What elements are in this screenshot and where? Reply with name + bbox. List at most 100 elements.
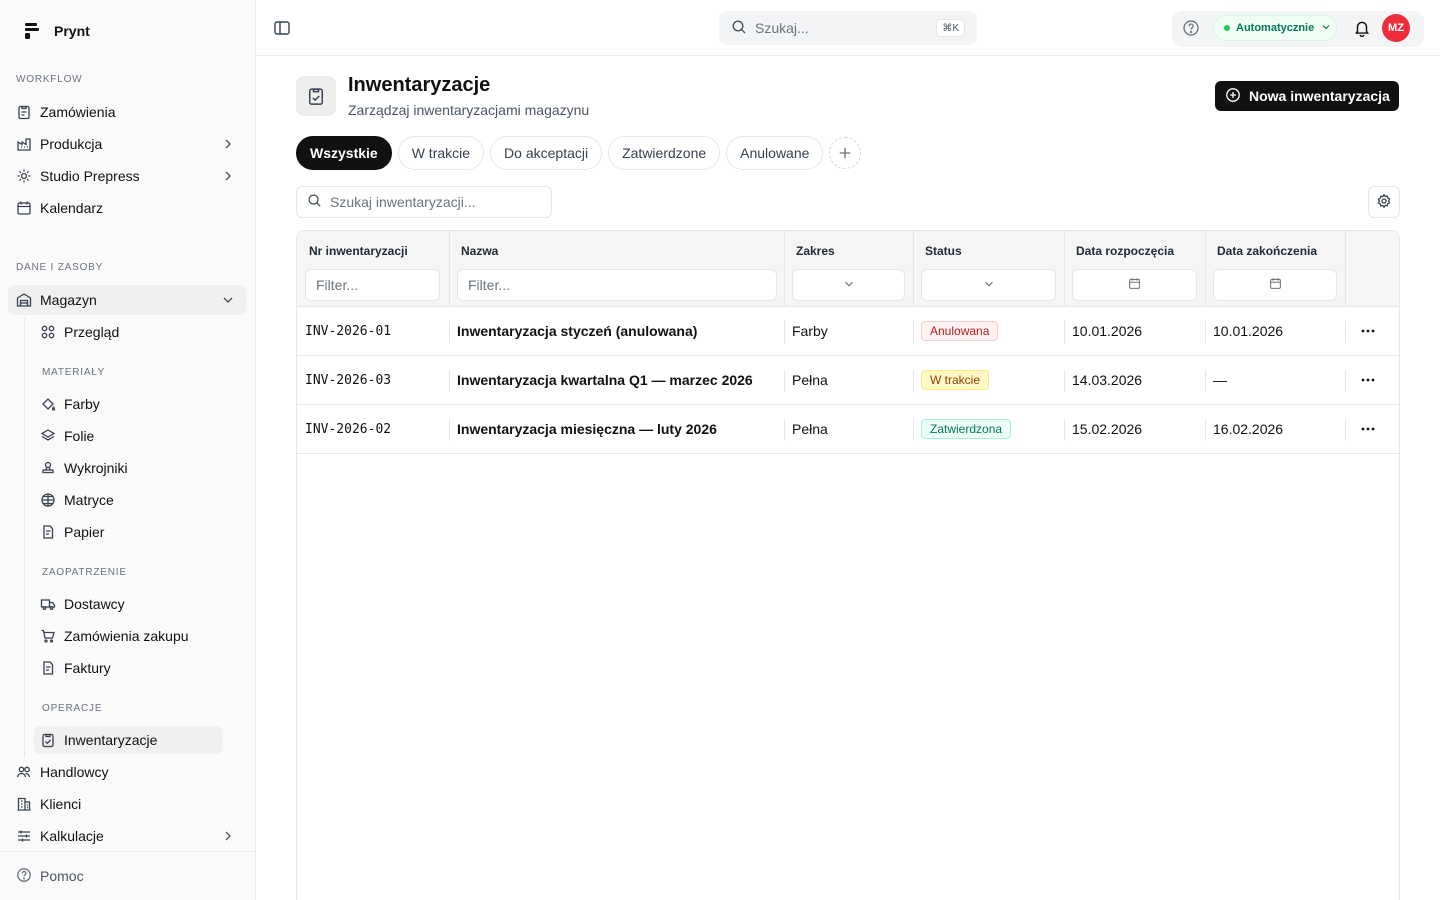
column-header-label: Nazwa: [461, 244, 499, 258]
cell-scope: Pełna: [792, 372, 828, 388]
warehouse-icon: [16, 292, 32, 308]
sidebar-item-wykrojniki[interactable]: Wykrojniki: [34, 454, 222, 482]
sidebar-item-label: Inwentaryzacje: [64, 732, 158, 748]
column-nazwa: Nazwa Filter...: [449, 231, 784, 307]
filter-date-end[interactable]: [1213, 269, 1337, 301]
section-label-materials: MATERIAŁY: [42, 367, 106, 378]
cell-scope: Pełna: [792, 421, 828, 437]
section-label-workflow: WORKFLOW: [16, 74, 83, 85]
cell-end: —: [1213, 372, 1227, 388]
more-horizontal-icon[interactable]: [1357, 370, 1379, 390]
section-label-supply: ZAOPATRZENIE: [42, 567, 127, 578]
filter-input-nazwa[interactable]: Filter...: [457, 269, 777, 301]
add-tab-button[interactable]: [829, 137, 862, 169]
factory-icon: [16, 136, 32, 152]
sidebar-item-label: Matryce: [64, 492, 114, 508]
section-label-ops: OPERACJE: [42, 703, 103, 714]
cell-name[interactable]: Inwentaryzacja kwartalna Q1 — marzec 202…: [449, 356, 753, 404]
clipboard-icon: [16, 104, 32, 120]
chevron-right-icon: [220, 136, 236, 152]
sidebar-item-przeglad[interactable]: Przegląd: [34, 318, 222, 346]
tab-wszystkie[interactable]: Wszystkie: [296, 136, 392, 170]
cell-scope: Farby: [792, 323, 828, 339]
new-inventory-button[interactable]: Nowa inwentaryzacja: [1215, 81, 1399, 111]
chevron-down-icon: [1320, 21, 1332, 36]
more-horizontal-icon[interactable]: [1357, 419, 1379, 439]
column-header-label: Zakres: [796, 244, 835, 258]
paint-bucket-icon: [40, 396, 56, 412]
tab-zatwierdzone[interactable]: Zatwierdzone: [608, 136, 721, 170]
column-end: Data zakończenia: [1205, 231, 1345, 307]
avatar[interactable]: MZ: [1382, 14, 1410, 42]
sidebar-item-folie[interactable]: Folie: [34, 422, 222, 450]
sidebar-item-studio-prepress[interactable]: Studio Prepress: [8, 161, 246, 191]
sidebar-item-dostawcy[interactable]: Dostawcy: [34, 590, 222, 618]
filter-select-status[interactable]: [921, 269, 1056, 301]
stamp-icon: [40, 460, 56, 476]
sidebar-item-label: Produkcja: [40, 136, 103, 152]
sidebar-item-label: Dostawcy: [64, 596, 125, 612]
paper-icon: [40, 524, 56, 540]
sidebar-item-pomoc[interactable]: Pomoc: [8, 862, 84, 890]
page-subtitle: Zarządzaj inwentaryzacjami magazynu: [348, 102, 590, 118]
chevron-down-icon: [842, 277, 856, 294]
sidebar-item-kalendarz[interactable]: Kalendarz: [8, 193, 246, 223]
sidebar-item-papier[interactable]: Papier: [34, 518, 222, 546]
sparkle-icon: [16, 168, 32, 184]
sidebar-item-zamowienia[interactable]: Zamówienia: [8, 97, 246, 127]
mode-select[interactable]: Automatycznie: [1213, 15, 1337, 41]
sidebar-item-label: Handlowcy: [40, 764, 109, 780]
filter-select-zakres[interactable]: [792, 269, 905, 301]
sidebar-item-inwentaryzacje[interactable]: Inwentaryzacje: [34, 726, 222, 754]
plus-circle-icon: [1225, 87, 1241, 106]
chevron-down-icon: [982, 277, 996, 294]
sidebar-item-matryce[interactable]: Matryce: [34, 486, 222, 514]
more-horizontal-icon[interactable]: [1357, 321, 1379, 341]
cell-divider: [1345, 370, 1346, 392]
sidebar-item-label: Magazyn: [40, 292, 97, 308]
search-icon: [731, 19, 747, 38]
sidebar-item-faktury[interactable]: Faktury: [34, 654, 222, 682]
table-row[interactable]: INV-2026-01 Inwentaryzacja styczeń (anul…: [297, 307, 1399, 356]
sidebar-item-farby[interactable]: Farby: [34, 390, 222, 418]
status-badge: Zatwierdzona: [921, 419, 1012, 439]
calendar-icon: [1128, 277, 1141, 293]
tab-anulowane[interactable]: Anulowane: [726, 136, 824, 170]
cell-name[interactable]: Inwentaryzacja miesięczna — luty 2026: [449, 405, 717, 453]
gear-icon: [1376, 193, 1392, 212]
sidebar-item-kalkulacje[interactable]: Kalkulacje: [8, 821, 246, 851]
table-settings-button[interactable]: [1368, 186, 1400, 218]
sidebar-item-handlowcy[interactable]: Handlowcy: [8, 757, 246, 787]
filter-date-start[interactable]: [1072, 269, 1197, 301]
plus-icon: [840, 147, 851, 159]
brand[interactable]: Prynt: [22, 21, 90, 41]
column-divider: [1345, 231, 1346, 307]
column-header-label: Data zakończenia: [1217, 244, 1318, 258]
table-search-input[interactable]: Szukaj inwentaryzacji...: [296, 186, 552, 218]
filter-input-nr[interactable]: Filter...: [305, 269, 440, 301]
sidebar-item-label: Farby: [64, 396, 100, 412]
layers-icon: [40, 428, 56, 444]
global-search-input[interactable]: Szukaj... ⌘K: [719, 11, 977, 45]
chevron-down-icon: [220, 292, 236, 308]
table-row[interactable]: INV-2026-03 Inwentaryzacja kwartalna Q1 …: [297, 356, 1399, 405]
building-icon: [16, 796, 32, 812]
table-row[interactable]: INV-2026-02 Inwentaryzacja miesięczna — …: [297, 405, 1399, 454]
column-nr: Nr inwentaryzacji Filter...: [297, 231, 449, 307]
sidebar-item-magazyn[interactable]: Magazyn: [8, 285, 246, 315]
tab-do-akceptacji[interactable]: Do akceptacji: [490, 136, 603, 170]
sidebar-item-klienci[interactable]: Klienci: [8, 789, 246, 819]
tab-w-trakcie[interactable]: W trakcie: [397, 136, 485, 170]
status-tabs: Wszystkie W trakcie Do akceptacji Zatwie…: [296, 136, 862, 170]
cell-name[interactable]: Inwentaryzacja styczeń (anulowana): [449, 307, 697, 355]
sidebar-toggle-icon[interactable]: [272, 18, 292, 38]
filter-placeholder: Filter...: [468, 277, 511, 293]
sidebar-item-label: Przegląd: [64, 324, 120, 340]
sidebar-item-produkcja[interactable]: Produkcja: [8, 129, 246, 159]
sidebar-item-zamowienia-zakupu[interactable]: Zamówienia zakupu: [34, 622, 222, 650]
help-icon[interactable]: [1182, 19, 1200, 37]
cell-start: 15.02.2026: [1072, 421, 1143, 437]
bell-icon[interactable]: [1353, 19, 1371, 38]
section-label-resources: DANE I ZASOBY: [16, 262, 104, 273]
cell-start: 14.03.2026: [1072, 372, 1143, 388]
